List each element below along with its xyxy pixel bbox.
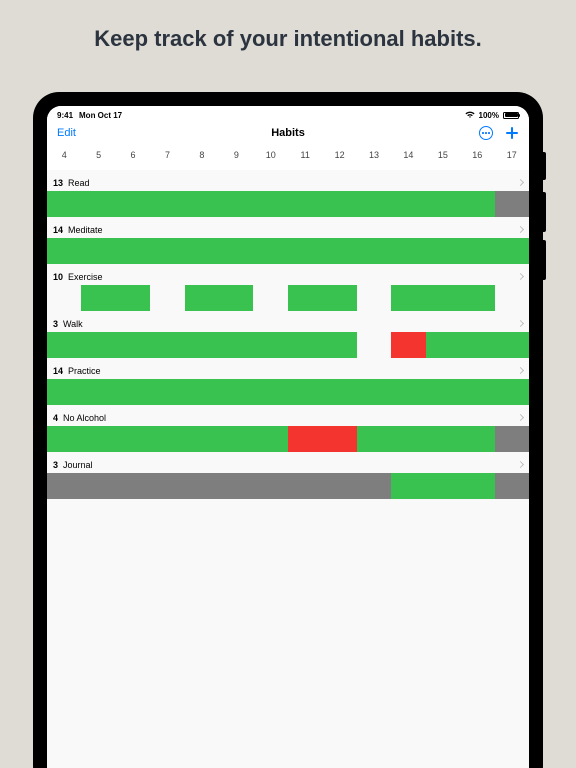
day-column[interactable]: 5 (81, 150, 115, 160)
habit-segment (47, 191, 495, 217)
device-button (543, 152, 546, 180)
habit-name: Journal (63, 460, 93, 470)
day-column[interactable]: 13 (357, 150, 391, 160)
habit-header: 4 No Alcohol (47, 405, 529, 426)
habit-track[interactable] (47, 191, 529, 217)
battery-label: 100% (479, 111, 499, 120)
habit-row[interactable]: 14 Meditate (47, 217, 529, 264)
habit-segment (495, 473, 529, 499)
habit-segment (47, 285, 81, 311)
habit-header: 3 Journal (47, 452, 529, 473)
nav-bar: Edit Habits (47, 122, 529, 144)
habit-streak: 14 (53, 225, 63, 235)
habit-streak: 13 (53, 178, 63, 188)
habit-track[interactable] (47, 332, 529, 358)
habit-streak: 3 (53, 460, 58, 470)
habit-segment (357, 285, 391, 311)
day-column[interactable]: 7 (150, 150, 184, 160)
day-column[interactable]: 10 (254, 150, 288, 160)
habits-list: 13 Read 14 Meditate 10 Exercise 3 Walk 14 Practic… (47, 170, 529, 499)
tablet-frame: 9:41 Mon Oct 17 100% Edit Habits 4567891… (33, 92, 543, 768)
habit-name: Walk (63, 319, 83, 329)
habit-segment (288, 285, 357, 311)
device-button (543, 240, 546, 280)
habit-segment (426, 332, 529, 358)
habit-segment (391, 473, 494, 499)
habit-segment (357, 426, 495, 452)
device-button (543, 192, 546, 232)
day-column[interactable]: 16 (460, 150, 494, 160)
habit-segment (253, 285, 287, 311)
habit-streak: 4 (53, 413, 58, 423)
more-icon[interactable] (479, 126, 493, 140)
marketing-headline: Keep track of your intentional habits. (0, 0, 576, 62)
habit-segment (47, 426, 288, 452)
habit-streak: 3 (53, 319, 58, 329)
day-column[interactable]: 11 (288, 150, 322, 160)
day-column[interactable]: 14 (391, 150, 425, 160)
habit-name: Exercise (68, 272, 103, 282)
habit-name: Practice (68, 366, 101, 376)
habit-row[interactable]: 13 Read (47, 170, 529, 217)
habit-segment (185, 285, 254, 311)
habit-segment (47, 238, 529, 264)
habit-segment (391, 332, 425, 358)
day-column[interactable]: 4 (47, 150, 81, 160)
habit-segment (357, 332, 391, 358)
habit-header: 14 Practice (47, 358, 529, 379)
habit-name: Read (68, 178, 90, 188)
habit-header: 10 Exercise (47, 264, 529, 285)
day-column[interactable]: 17 (494, 150, 528, 160)
habit-track[interactable] (47, 426, 529, 452)
habit-segment (81, 285, 150, 311)
habit-segment (47, 332, 357, 358)
page-title: Habits (47, 127, 529, 139)
habit-track[interactable] (47, 473, 529, 499)
habit-segment (47, 473, 391, 499)
day-column[interactable]: 15 (426, 150, 460, 160)
habit-name: No Alcohol (63, 413, 106, 423)
habit-segment (495, 285, 529, 311)
habit-streak: 14 (53, 366, 63, 376)
habit-header: 13 Read (47, 170, 529, 191)
wifi-icon (465, 111, 475, 119)
habit-row[interactable]: 3 Journal (47, 452, 529, 499)
habit-segment (150, 285, 184, 311)
add-icon[interactable] (505, 126, 519, 140)
days-header: 4567891011121314151617 (47, 144, 529, 170)
day-column[interactable]: 9 (219, 150, 253, 160)
habit-track[interactable] (47, 285, 529, 311)
habit-row[interactable]: 3 Walk (47, 311, 529, 358)
day-column[interactable]: 6 (116, 150, 150, 160)
edit-button[interactable]: Edit (57, 127, 76, 139)
habit-segment (495, 191, 529, 217)
habit-row[interactable]: 14 Practice (47, 358, 529, 405)
day-column[interactable]: 8 (185, 150, 219, 160)
habit-header: 3 Walk (47, 311, 529, 332)
habit-track[interactable] (47, 238, 529, 264)
habit-segment (288, 426, 357, 452)
habit-row[interactable]: 10 Exercise (47, 264, 529, 311)
status-bar: 9:41 Mon Oct 17 100% (47, 106, 529, 122)
habit-name: Meditate (68, 225, 103, 235)
status-time: 9:41 (57, 111, 73, 120)
habit-streak: 10 (53, 272, 63, 282)
habit-track[interactable] (47, 379, 529, 405)
habit-header: 14 Meditate (47, 217, 529, 238)
day-column[interactable]: 12 (322, 150, 356, 160)
habit-segment (495, 426, 529, 452)
habit-segment (391, 285, 494, 311)
habit-segment (47, 379, 529, 405)
habit-row[interactable]: 4 No Alcohol (47, 405, 529, 452)
status-date: Mon Oct 17 (79, 111, 122, 120)
screen: 9:41 Mon Oct 17 100% Edit Habits 4567891… (47, 106, 529, 768)
battery-icon (503, 112, 519, 119)
